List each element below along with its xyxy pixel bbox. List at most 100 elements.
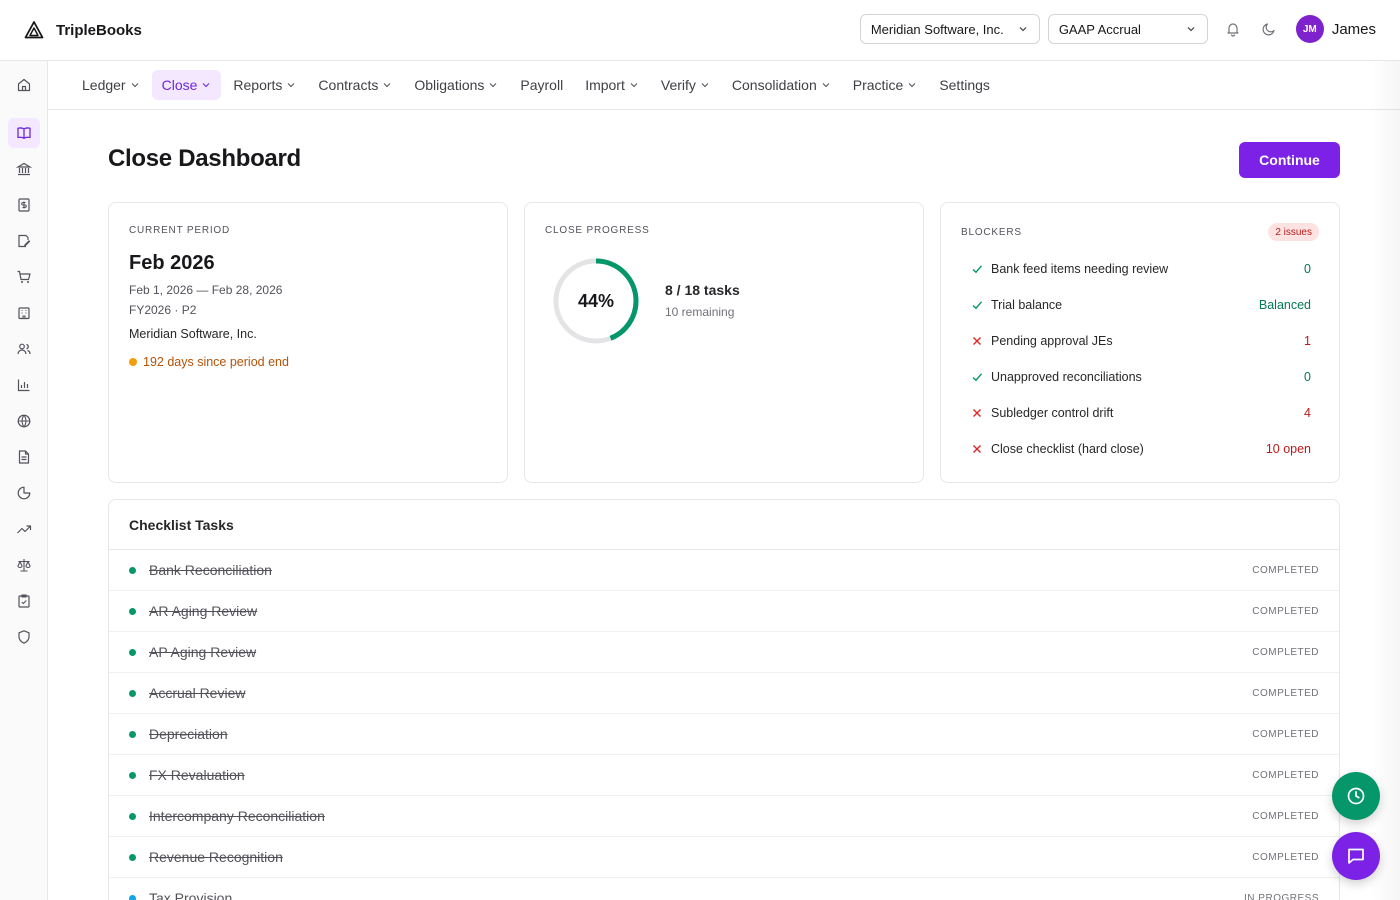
- nav-label: Obligations: [414, 77, 485, 93]
- progress-remaining: 10 remaining: [665, 305, 735, 319]
- history-button[interactable]: [1332, 772, 1380, 820]
- clipboard-check-icon: [18, 594, 30, 608]
- users-icon: [17, 343, 31, 355]
- table-row[interactable]: Tax Provision IN PROGRESS: [109, 878, 1339, 900]
- table-row[interactable]: Revenue Recognition COMPLETED: [109, 837, 1339, 878]
- table-row[interactable]: Bank Reconciliation COMPLETED: [109, 550, 1339, 591]
- check-icon: [972, 301, 983, 310]
- task-name: Tax Provision: [149, 890, 233, 900]
- chevron-down-icon: [701, 83, 709, 88]
- status-dot-icon: [129, 853, 136, 861]
- table-row[interactable]: Intercompany Reconciliation COMPLETED: [109, 796, 1339, 837]
- nav-import[interactable]: Import: [575, 70, 649, 100]
- company-select-value: Meridian Software, Inc.: [870, 21, 1004, 37]
- book-icon: [17, 127, 31, 139]
- rail-home[interactable]: [8, 70, 40, 100]
- blocker-row[interactable]: Unapproved reconciliations 0: [971, 367, 1311, 387]
- brand[interactable]: TripleBooks: [24, 20, 142, 40]
- rail-entities[interactable]: [8, 298, 40, 328]
- table-row[interactable]: FX Revaluation COMPLETED: [109, 755, 1339, 796]
- chat-icon: [1348, 848, 1364, 864]
- nav-settings[interactable]: Settings: [929, 70, 1000, 100]
- rail-global[interactable]: [8, 406, 40, 436]
- avatar[interactable]: JM: [1295, 15, 1324, 43]
- rail-billing[interactable]: [8, 190, 40, 220]
- period-name: Feb 2026: [129, 252, 215, 274]
- blocker-label: Subledger control drift: [991, 406, 1114, 420]
- task-name: Accrual Review: [149, 685, 246, 701]
- issues-badge: 2 issues: [1268, 223, 1319, 241]
- table-row[interactable]: AR Aging Review COMPLETED: [109, 591, 1339, 632]
- rail-analytics[interactable]: [8, 370, 40, 400]
- status-badge: COMPLETED: [1252, 769, 1319, 781]
- blocker-row[interactable]: Bank feed items needing review 0: [971, 259, 1311, 279]
- rail-compliance[interactable]: [8, 550, 40, 580]
- blocker-value: 0: [1304, 370, 1311, 384]
- scale-icon: [17, 559, 31, 572]
- cart-icon: [17, 270, 31, 283]
- bar-chart-icon: [17, 379, 30, 392]
- nav-practice[interactable]: Practice: [843, 70, 928, 100]
- accounting-basis-select[interactable]: GAAP Accrual: [1047, 14, 1208, 44]
- theme-toggle-button[interactable]: [1258, 18, 1280, 40]
- blocker-label: Trial balance: [991, 298, 1063, 312]
- task-name: AR Aging Review: [149, 603, 258, 619]
- rail-purchases[interactable]: [8, 262, 40, 292]
- pie-chart-icon: [17, 486, 31, 500]
- nav-verify[interactable]: Verify: [651, 70, 720, 100]
- task-list: Bank Reconciliation COMPLETED AR Aging Rev…: [109, 550, 1339, 900]
- rail-tasks[interactable]: [8, 586, 40, 616]
- rail-documents[interactable]: [8, 442, 40, 472]
- rail-allocations[interactable]: [8, 478, 40, 508]
- nav-close[interactable]: Close: [151, 70, 222, 100]
- chat-button[interactable]: [1332, 832, 1380, 880]
- nav-reports[interactable]: Reports: [223, 70, 306, 100]
- rail-journal[interactable]: [8, 226, 40, 256]
- clock-icon: [1347, 787, 1365, 805]
- blocker-label: Bank feed items needing review: [991, 262, 1169, 276]
- blocker-row[interactable]: Subledger control drift 4: [971, 403, 1311, 423]
- nav-contracts[interactable]: Contracts: [308, 70, 402, 100]
- x-icon: [973, 445, 981, 453]
- rail-close[interactable]: [8, 118, 40, 148]
- continue-button[interactable]: Continue: [1239, 142, 1340, 178]
- chevron-down-icon: [131, 83, 138, 88]
- edit-doc-icon: [18, 234, 31, 248]
- nav-label: Ledger: [82, 77, 126, 93]
- bell-icon: [1227, 23, 1239, 37]
- table-row[interactable]: Depreciation COMPLETED: [109, 714, 1339, 755]
- blocker-row[interactable]: Pending approval JEs 1: [971, 331, 1311, 351]
- progress-task-count: 8 / 18 tasks: [665, 282, 740, 298]
- status-badge: COMPLETED: [1252, 646, 1319, 658]
- nav-obligations[interactable]: Obligations: [404, 70, 508, 100]
- blocker-row[interactable]: Close checklist (hard close) 10 open: [971, 439, 1311, 459]
- progress-percent: 44%: [577, 290, 615, 311]
- company-select[interactable]: Meridian Software, Inc.: [859, 14, 1040, 44]
- moon-icon: [1262, 23, 1275, 36]
- globe-icon: [17, 414, 31, 428]
- nav-label: Verify: [660, 77, 696, 93]
- status-badge: COMPLETED: [1252, 728, 1319, 740]
- rail-banking[interactable]: [8, 154, 40, 184]
- status-badge: COMPLETED: [1252, 851, 1319, 863]
- nav-label: Practice: [852, 77, 904, 93]
- status-dot-icon: [129, 894, 136, 900]
- nav-consolidation[interactable]: Consolidation: [722, 70, 841, 100]
- status-dot-icon: [129, 689, 136, 697]
- user-name[interactable]: James: [1332, 21, 1376, 38]
- rail-security[interactable]: [8, 622, 40, 652]
- status-badge: COMPLETED: [1252, 605, 1319, 617]
- table-row[interactable]: Accrual Review COMPLETED: [109, 673, 1339, 714]
- notifications-button[interactable]: [1222, 18, 1244, 40]
- chevron-down-icon: [1019, 27, 1027, 32]
- rail-people[interactable]: [8, 334, 40, 364]
- nav-payroll[interactable]: Payroll: [510, 70, 573, 100]
- blocker-row[interactable]: Trial balance Balanced: [971, 295, 1311, 315]
- check-icon: [972, 373, 983, 382]
- blocker-value: 4: [1304, 406, 1311, 420]
- nav-label: Import: [585, 77, 625, 93]
- table-row[interactable]: AP Aging Review COMPLETED: [109, 632, 1339, 673]
- rail-trends[interactable]: [8, 514, 40, 544]
- fiscal-period: FY2026 · P2: [129, 303, 197, 317]
- nav-ledger[interactable]: Ledger: [72, 70, 150, 100]
